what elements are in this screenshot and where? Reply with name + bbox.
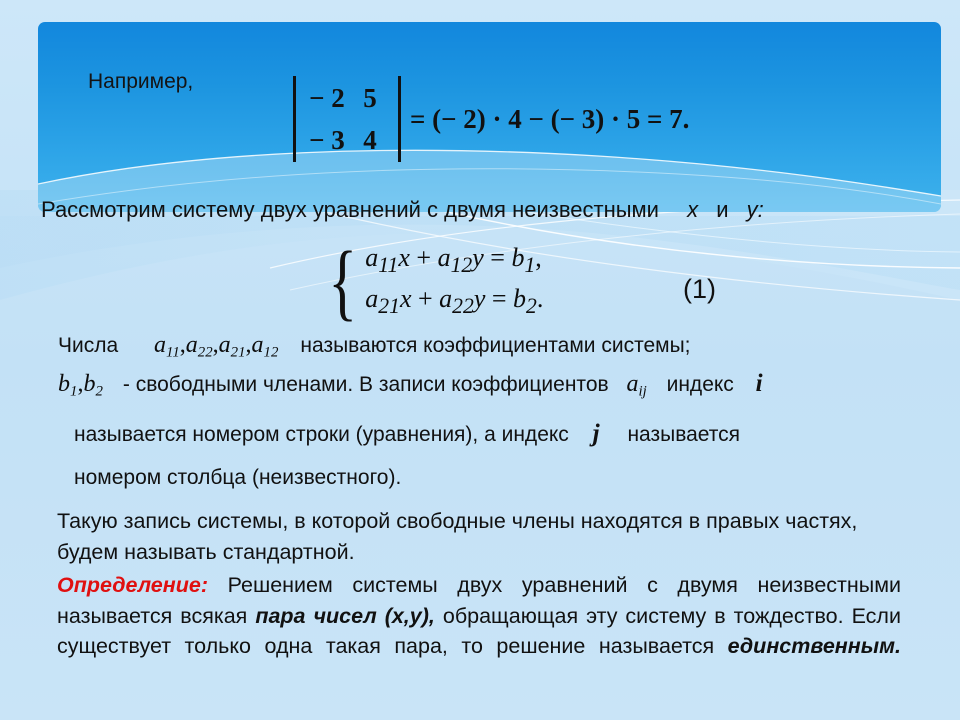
coef-b1: b1 (58, 371, 78, 400)
coefficients-symbols: a11,a22,a21,a12 (154, 332, 279, 361)
matrix-cell-r1c2: 5 (363, 82, 377, 113)
equation-number-label: (1) (683, 274, 716, 304)
eq1-b1: b (511, 243, 525, 272)
eq2-tail: . (536, 284, 544, 314)
eq1-a12-sub: 12 (450, 253, 473, 278)
equation-list: a11x + a12y = b1, a21x + a22y = b2. (365, 243, 543, 319)
eq1-a11: a (365, 243, 379, 272)
coefficients-line: Числа a11,a22,a21,a12 называются коэффиц… (58, 332, 691, 362)
eq2-b2-sub: 2 (526, 294, 537, 319)
definition-label: Определение: (57, 573, 209, 597)
chisla-suffix: называются коэффициентами системы; (300, 334, 691, 357)
matrix-cell-r2c2: 4 (363, 124, 377, 155)
row-line-text: называется номером строки (уравнения), а… (74, 423, 569, 446)
definition-bold-pair: пара чисел (x,y), (255, 603, 435, 628)
index-j: j (592, 420, 600, 447)
eq1-equals: = (490, 243, 505, 272)
chisla-prefix: Числа (58, 334, 119, 357)
eq1-x: x (398, 243, 410, 272)
coef-b2: b2 (83, 371, 103, 400)
variable-x: x (687, 197, 699, 222)
free-terms-line: b1,b2 - свободными членами. В записи коэ… (58, 370, 763, 401)
eq2-a21-sub: 21 (378, 294, 400, 319)
equation-system: { a11x + a12y = b1, a21x + a22y = b2. (322, 232, 543, 329)
determinant-bars: − 2 5 − 3 4 (293, 76, 401, 162)
row-line-tail: называется (627, 423, 741, 446)
index-i: i (755, 370, 763, 397)
coef-a21: a21 (218, 332, 246, 361)
eq1-tail: , (535, 243, 542, 272)
eq2-a22: a (439, 284, 453, 314)
eq1-y: y (472, 243, 484, 272)
variable-y: y: (746, 197, 764, 222)
slide-canvas: Например, − 2 5 − 3 4 = (− 2) · 4 − (− 3… (0, 0, 960, 720)
eq1-a12: a (437, 243, 451, 272)
equation-row-1: a11x + a12y = b1, (365, 243, 543, 278)
determinant-example: − 2 5 − 3 4 = (− 2) · 4 − (− 3) · 5 = 7. (293, 76, 689, 162)
eq1-plus: + (416, 243, 432, 272)
left-brace-icon: { (328, 232, 358, 329)
standard-form-paragraph: Такую запись системы, в которой свободны… (57, 509, 858, 564)
matrix-cell-r2c1: − 3 (309, 124, 345, 155)
eq2-equals: = (491, 284, 507, 314)
eq2-a22-sub: 22 (452, 294, 474, 319)
free-terms-symbols: b1,b2 (58, 371, 103, 400)
eq1-a11-sub: 11 (378, 253, 399, 278)
eq2-a21: a (365, 284, 379, 314)
definition-bold-unique: единственным. (727, 634, 901, 659)
coef-a22: a22 (185, 332, 213, 361)
index-word-1: индекс (666, 373, 734, 396)
equation-row-2: a21x + a22y = b2. (365, 284, 543, 319)
eq2-y: y (473, 284, 486, 314)
conjunction-and: и (716, 197, 729, 222)
determinant-matrix: − 2 5 − 3 4 (304, 77, 390, 161)
eq2-x: x (399, 284, 412, 314)
example-label: Например, (88, 70, 194, 93)
row-index-line: называется номером строки (уравнения), а… (74, 420, 740, 449)
free-terms-text: - свободными членами. В записи коэффицие… (122, 373, 609, 396)
matrix-cell-r1c1: − 2 (309, 82, 345, 113)
consider-prefix: Рассмотрим систему двух уравнений с двум… (41, 197, 659, 222)
definition-paragraph: Определение: Решением системы двух уравн… (57, 570, 901, 692)
eq2-b2: b (513, 284, 527, 314)
coef-aij: aij (626, 371, 647, 400)
column-index-line: номером столбца (неизвестного). (74, 466, 402, 489)
coef-a12: a12 (251, 332, 279, 361)
coef-a11: a11 (154, 332, 180, 361)
determinant-result: = (− 2) · 4 − (− 3) · 5 = 7. (410, 103, 690, 134)
eq1-b1-sub: 1 (524, 253, 536, 278)
consider-system-line: Рассмотрим систему двух уравнений с двум… (41, 197, 764, 222)
eq2-plus: + (417, 284, 433, 314)
